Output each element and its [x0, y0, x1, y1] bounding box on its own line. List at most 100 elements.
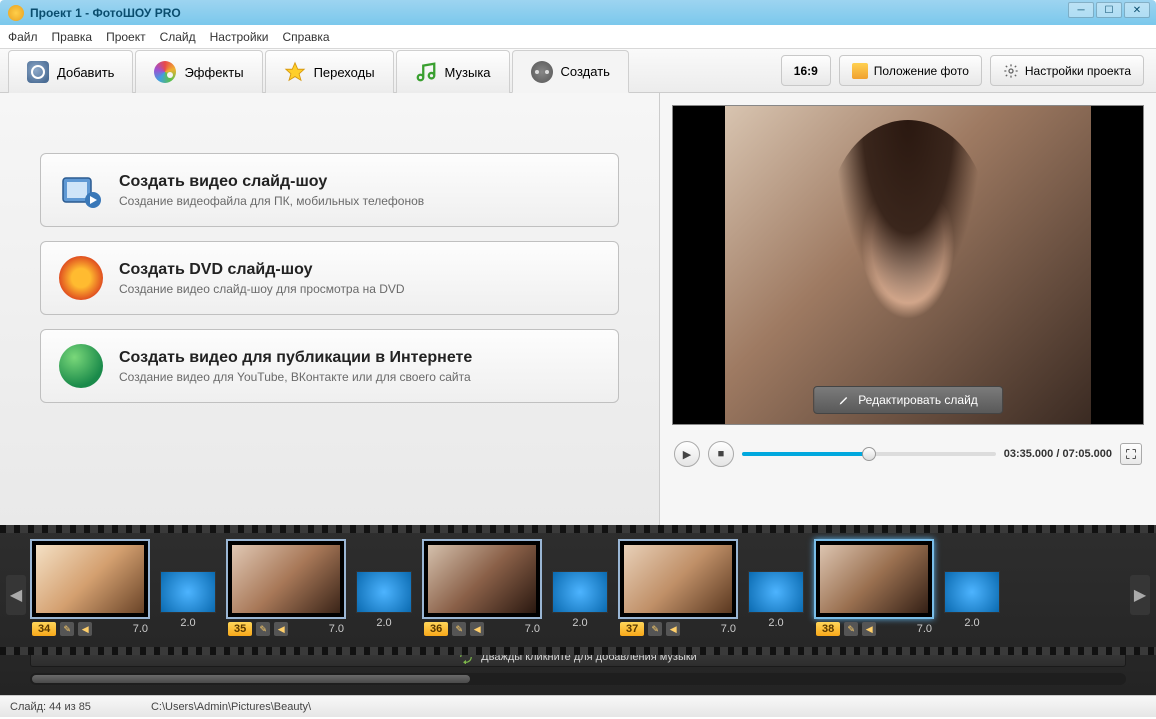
timeline-slide[interactable]: 37 ✎ ◀ 7.0 [618, 539, 738, 639]
slide-image [624, 545, 732, 613]
transition-item[interactable]: 2.0 [748, 549, 804, 629]
slide-image [820, 545, 928, 613]
transition-thumbnail[interactable] [748, 571, 804, 613]
maximize-button[interactable]: ☐ [1096, 2, 1122, 18]
transition-item[interactable]: 2.0 [160, 549, 216, 629]
transition-item[interactable]: 2.0 [356, 549, 412, 629]
create-video-desc: Создание видеофайла для ПК, мобильных те… [119, 194, 424, 208]
dvd-icon [59, 256, 103, 300]
transition-item[interactable]: 2.0 [552, 549, 608, 629]
tab-create-label: Создать [561, 64, 610, 79]
transition-thumbnail[interactable] [552, 571, 608, 613]
menu-project[interactable]: Проект [106, 30, 146, 44]
time-total: 07:05.000 [1062, 448, 1112, 460]
preview-image [725, 106, 1092, 424]
aspect-ratio-button[interactable]: 16:9 [781, 55, 831, 86]
transition-thumbnail[interactable] [356, 571, 412, 613]
edit-slide-label: Редактировать слайд [858, 393, 978, 407]
slide-sound-icon[interactable]: ◀ [78, 622, 92, 636]
transition-duration: 2.0 [180, 617, 195, 629]
slide-duration: 7.0 [525, 623, 540, 635]
tab-music[interactable]: Музыка [396, 50, 510, 93]
progress-thumb[interactable] [862, 447, 876, 461]
slide-meta: 36 ✎ ◀ 7.0 [422, 619, 542, 639]
photo-position-label: Положение фото [874, 64, 969, 78]
edit-slide-button[interactable]: Редактировать слайд [813, 386, 1003, 414]
slide-thumbnail[interactable] [814, 539, 934, 619]
menu-file[interactable]: Файл [8, 30, 38, 44]
slide-meta: 35 ✎ ◀ 7.0 [226, 619, 346, 639]
star-icon [284, 61, 306, 83]
edit-slide-icon[interactable]: ✎ [60, 622, 74, 636]
edit-slide-icon[interactable]: ✎ [648, 622, 662, 636]
slides-row: 34 ✎ ◀ 7.0 2.0 35 ✎ ◀ 7.0 2.0 36 ✎ ◀ 7.0… [0, 525, 1156, 639]
transition-duration: 2.0 [768, 617, 783, 629]
preview-panel: Редактировать слайд ▶ ■ 03:35.000 / 07:0… [660, 93, 1156, 525]
timeline-scrollbar[interactable] [30, 673, 1126, 685]
tab-add-label: Добавить [57, 65, 114, 80]
slide-thumbnail[interactable] [226, 539, 346, 619]
edit-slide-icon[interactable]: ✎ [256, 622, 270, 636]
progress-slider[interactable] [742, 452, 996, 456]
camera-icon [27, 61, 49, 83]
timecode: 03:35.000 / 07:05.000 [1004, 448, 1112, 460]
menubar: Файл Правка Проект Слайд Настройки Справ… [0, 25, 1156, 49]
menu-slide[interactable]: Слайд [160, 30, 196, 44]
create-web-title: Создать видео для публикации в Интернете [119, 349, 472, 367]
timeline-slide[interactable]: 35 ✎ ◀ 7.0 [226, 539, 346, 639]
edit-slide-icon[interactable]: ✎ [844, 622, 858, 636]
close-button[interactable]: ✕ [1124, 2, 1150, 18]
menu-settings[interactable]: Настройки [210, 30, 269, 44]
timeline-slide[interactable]: 36 ✎ ◀ 7.0 [422, 539, 542, 639]
tab-add[interactable]: Добавить [8, 50, 133, 93]
slide-thumbnail[interactable] [30, 539, 150, 619]
timeline-scroll-thumb[interactable] [32, 675, 470, 683]
slide-sound-icon[interactable]: ◀ [274, 622, 288, 636]
timeline-slide[interactable]: 34 ✎ ◀ 7.0 [30, 539, 150, 639]
menu-help[interactable]: Справка [282, 30, 329, 44]
edit-slide-icon[interactable]: ✎ [452, 622, 466, 636]
create-dvd-card[interactable]: Создать DVD слайд-шоу Создание видео сла… [40, 241, 619, 315]
tab-effects-label: Эффекты [184, 65, 243, 80]
project-settings-button[interactable]: Настройки проекта [990, 55, 1144, 86]
create-web-card[interactable]: Создать видео для публикации в Интернете… [40, 329, 619, 403]
play-button[interactable]: ▶ [674, 441, 700, 467]
slide-thumbnail[interactable] [422, 539, 542, 619]
transition-duration: 2.0 [964, 617, 979, 629]
slide-meta: 38 ✎ ◀ 7.0 [814, 619, 934, 639]
slide-meta: 34 ✎ ◀ 7.0 [30, 619, 150, 639]
slide-sound-icon[interactable]: ◀ [470, 622, 484, 636]
slide-sound-icon[interactable]: ◀ [862, 622, 876, 636]
transition-duration: 2.0 [376, 617, 391, 629]
slide-duration: 7.0 [721, 623, 736, 635]
photo-position-button[interactable]: Положение фото [839, 55, 982, 86]
tab-transitions[interactable]: Переходы [265, 50, 394, 93]
create-dvd-title: Создать DVD слайд-шоу [119, 261, 405, 279]
photo-icon [852, 63, 868, 79]
slide-duration: 7.0 [133, 623, 148, 635]
slide-sound-icon[interactable]: ◀ [666, 622, 680, 636]
minimize-button[interactable]: ─ [1068, 2, 1094, 18]
slide-meta: 37 ✎ ◀ 7.0 [618, 619, 738, 639]
slide-thumbnail[interactable] [618, 539, 738, 619]
tab-effects[interactable]: Эффекты [135, 50, 262, 93]
preview-area: Редактировать слайд [672, 105, 1144, 425]
transition-thumbnail[interactable] [160, 571, 216, 613]
slide-number: 34 [32, 622, 56, 636]
create-video-title: Создать видео слайд-шоу [119, 173, 424, 191]
menu-edit[interactable]: Правка [52, 30, 93, 44]
timeline-slide[interactable]: 38 ✎ ◀ 7.0 [814, 539, 934, 639]
window-title: Проект 1 - ФотоШОУ PRO [30, 6, 181, 20]
fullscreen-icon [1125, 448, 1137, 460]
globe-icon [59, 344, 103, 388]
statusbar: Слайд: 44 из 85 C:\Users\Admin\Pictures\… [0, 695, 1156, 717]
tab-create[interactable]: Создать [512, 50, 629, 93]
transition-thumbnail[interactable] [944, 571, 1000, 613]
create-video-card[interactable]: Создать видео слайд-шоу Создание видеофа… [40, 153, 619, 227]
stop-button[interactable]: ■ [708, 441, 734, 467]
transition-item[interactable]: 2.0 [944, 549, 1000, 629]
fullscreen-button[interactable] [1120, 443, 1142, 465]
slide-number: 38 [816, 622, 840, 636]
create-web-desc: Создание видео для YouTube, ВКонтакте ил… [119, 370, 472, 384]
slide-duration: 7.0 [917, 623, 932, 635]
